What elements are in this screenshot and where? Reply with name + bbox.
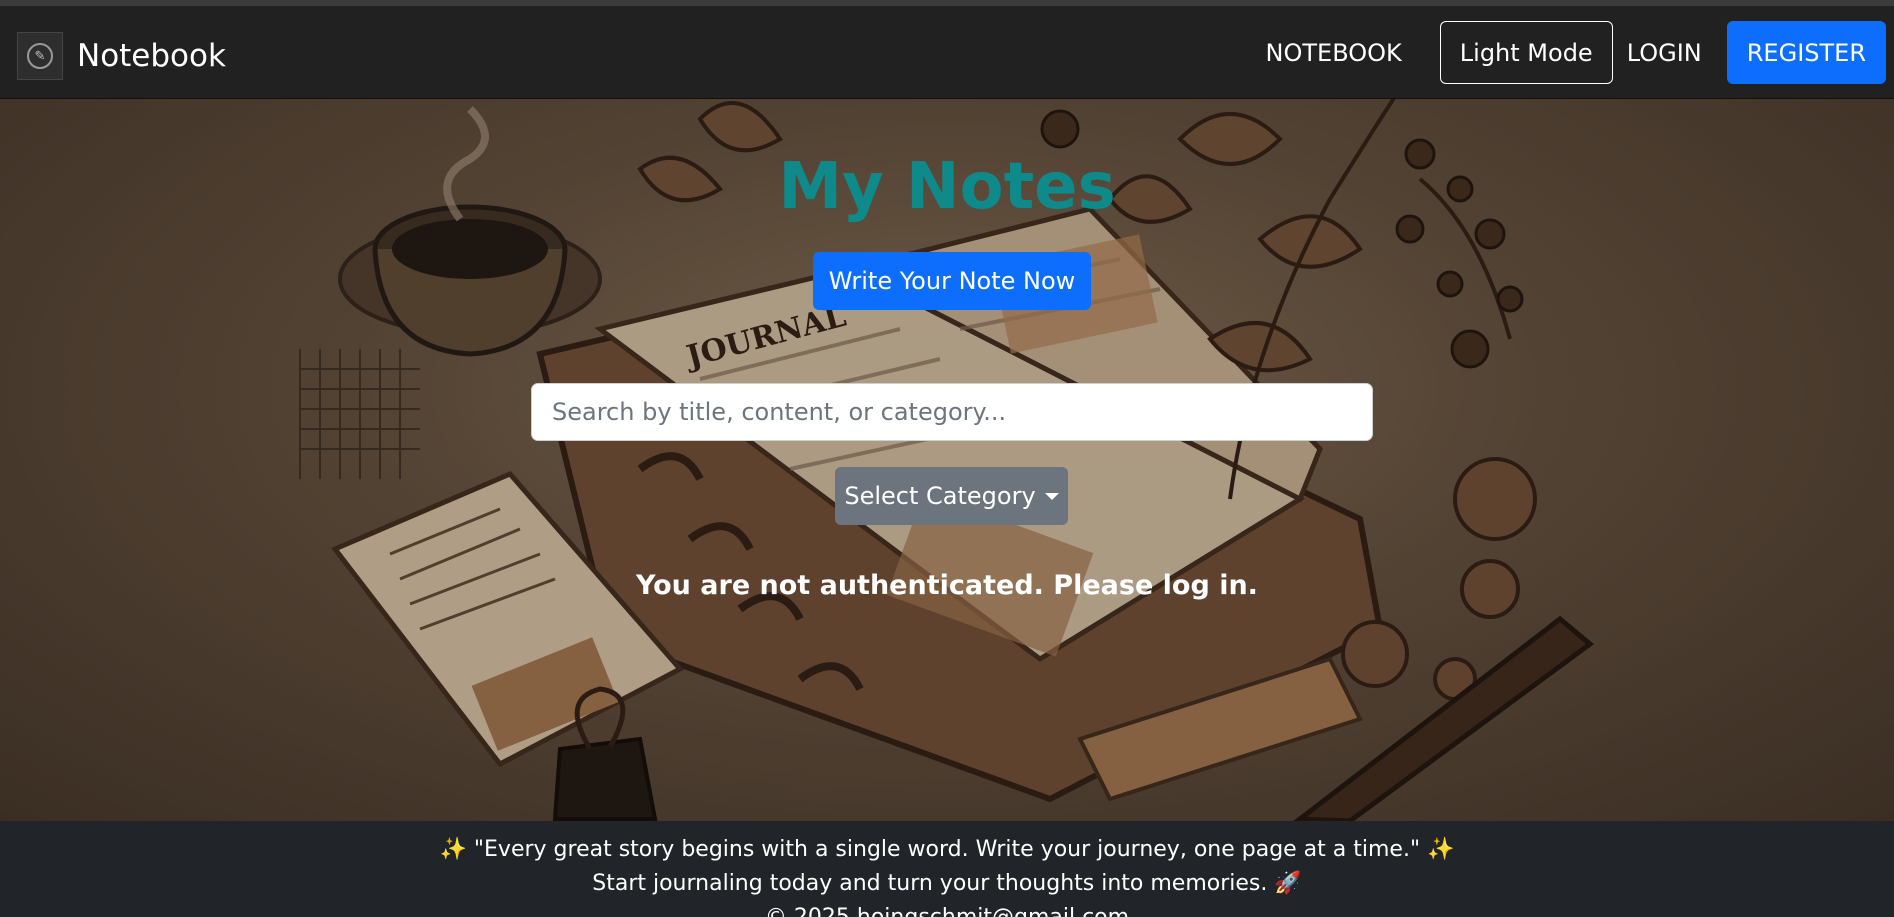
footer: ✨ "Every great story begins with a singl… xyxy=(0,821,1894,917)
notebook-logo-icon: ✎ xyxy=(17,32,63,80)
nav-link-notebook[interactable]: NOTEBOOK xyxy=(1266,39,1402,67)
nav-link-login[interactable]: LOGIN xyxy=(1627,39,1702,67)
caret-down-icon xyxy=(1044,492,1059,500)
page: ✎ Notebook NOTEBOOK Light Mode LOGIN REG… xyxy=(0,0,1894,917)
auth-status-message: You are not authenticated. Please log in… xyxy=(636,570,1258,601)
register-button[interactable]: REGISTER xyxy=(1726,21,1886,84)
hero-section: JOURNAL My Notes Write Your Note Now Sea… xyxy=(0,99,1894,821)
select-category-label: Select Category xyxy=(844,482,1036,510)
select-category-dropdown[interactable]: Select Category xyxy=(835,467,1068,525)
footer-copyright: © 2025 hoingschmit@gmail.com xyxy=(0,903,1894,917)
page-title: My Notes xyxy=(778,150,1116,224)
footer-quote: ✨ "Every great story begins with a singl… xyxy=(439,837,1455,862)
light-mode-button[interactable]: Light Mode xyxy=(1439,21,1613,84)
write-note-button[interactable]: Write Your Note Now xyxy=(813,252,1091,310)
navbar: ✎ Notebook NOTEBOOK Light Mode LOGIN REG… xyxy=(0,6,1894,99)
brand-name: Notebook xyxy=(77,38,226,74)
navbar-actions: NOTEBOOK Light Mode LOGIN REGISTER xyxy=(1266,21,1886,84)
navbar-brand[interactable]: ✎ Notebook xyxy=(17,31,226,81)
search-input[interactable] xyxy=(531,383,1373,441)
footer-tagline: Start journaling today and turn your tho… xyxy=(592,871,1302,896)
